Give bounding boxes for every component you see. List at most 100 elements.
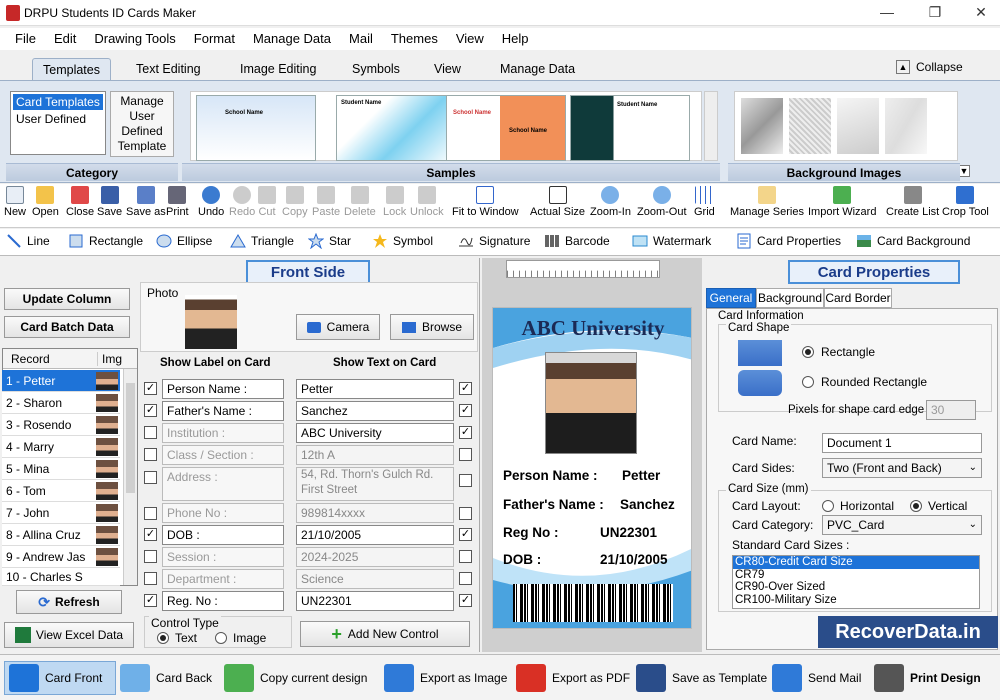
horizontal-radio[interactable] [822, 500, 834, 512]
text-checkbox[interactable] [459, 474, 472, 487]
size-item-cr79[interactable]: CR79 [733, 569, 979, 582]
card-father-name-value[interactable]: Sanchez [620, 497, 675, 512]
field-value-input[interactable]: Science [296, 569, 454, 589]
card-name-input[interactable]: Document 1 [822, 433, 982, 453]
category-list[interactable]: Card Templates User Defined [10, 91, 106, 155]
id-card-preview[interactable]: ABC University Person Name : Petter Fath… [492, 307, 692, 629]
address-textarea[interactable]: 54, Rd. Thorn's Gulch Rd. First Street [296, 467, 454, 501]
save-as-button[interactable]: Save as [126, 186, 166, 218]
print-button[interactable]: Print [166, 186, 189, 218]
list-item[interactable]: 4 - Marry [2, 436, 120, 458]
sample-template-2[interactable]: Student Name [336, 95, 456, 161]
card-person-name-label[interactable]: Person Name : [503, 468, 598, 483]
menu-drawing-tools[interactable]: Drawing Tools [85, 28, 184, 50]
field-value-input[interactable]: UN22301 [296, 591, 454, 611]
watermark-tool[interactable]: Watermark [632, 233, 711, 249]
crop-tool-button[interactable]: Crop Tool [942, 186, 989, 218]
bg-image-4[interactable] [885, 98, 927, 154]
card-reg-no-label[interactable]: Reg No : [503, 525, 559, 540]
field-label[interactable]: Session : [162, 547, 284, 567]
list-item[interactable]: 6 - Tom [2, 480, 120, 502]
update-column-button[interactable]: Update Column [4, 288, 130, 310]
text-checkbox[interactable]: ✓ [459, 528, 472, 541]
label-checkbox[interactable]: ✓ [144, 528, 157, 541]
manage-template-button[interactable]: Manage User Defined Template [110, 91, 174, 157]
card-sides-select[interactable]: Two (Front and Back) ⌄ [822, 458, 982, 478]
field-value-input[interactable]: Sanchez [296, 401, 454, 421]
size-item-cr80[interactable]: CR80-Credit Card Size [733, 556, 979, 569]
list-item[interactable]: 7 - John [2, 502, 120, 524]
save-template-button[interactable]: Save as Template [636, 661, 767, 695]
label-checkbox[interactable]: ✓ [144, 594, 157, 607]
field-value-input[interactable]: 12th A [296, 445, 454, 465]
lock-button[interactable]: Lock [383, 186, 406, 218]
maximize-icon[interactable]: ❐ [920, 4, 950, 21]
barcode-tool[interactable]: Barcode [544, 233, 610, 249]
record-list-scrollbar[interactable] [123, 369, 137, 585]
grid-button[interactable]: Grid [694, 186, 715, 218]
card-father-name-label[interactable]: Father's Name : [503, 497, 604, 512]
rounded-rectangle-radio[interactable] [802, 376, 814, 388]
rectangle-radio[interactable] [802, 346, 814, 358]
card-background-tool[interactable]: Card Background [856, 233, 970, 249]
field-label[interactable]: Father's Name : [162, 401, 284, 421]
field-value-input[interactable]: ABC University [296, 423, 454, 443]
label-checkbox[interactable] [144, 471, 157, 484]
browse-button[interactable]: Browse [390, 314, 474, 340]
new-button[interactable]: New [4, 186, 26, 218]
zoom-out-button[interactable]: Zoom-Out [637, 186, 687, 218]
menu-edit[interactable]: Edit [45, 28, 85, 50]
menu-mail[interactable]: Mail [340, 28, 382, 50]
card-barcode[interactable] [513, 584, 673, 622]
tab-manage-data[interactable]: Manage Data [490, 58, 585, 82]
refresh-button[interactable]: ⟳ Refresh [16, 590, 122, 614]
menu-view[interactable]: View [447, 28, 493, 50]
text-checkbox[interactable]: ✓ [459, 426, 472, 439]
menu-file[interactable]: File [6, 28, 45, 50]
text-checkbox[interactable] [459, 550, 472, 563]
list-item[interactable]: 3 - Rosendo [2, 414, 120, 436]
photo-thumbnail[interactable] [185, 295, 237, 349]
field-label[interactable]: Person Name : [162, 379, 284, 399]
image-radio[interactable] [215, 632, 227, 644]
tab-general[interactable]: General [706, 288, 756, 308]
ellipse-tool[interactable]: Ellipse [156, 233, 212, 249]
zoom-in-button[interactable]: Zoom-In [590, 186, 631, 218]
collapse-button[interactable]: ▲ Collapse [896, 60, 963, 74]
menu-format[interactable]: Format [185, 28, 244, 50]
category-item-card-templates[interactable]: Card Templates [13, 94, 103, 110]
open-button[interactable]: Open [32, 186, 59, 218]
rectangle-tool[interactable]: Rectangle [68, 233, 143, 249]
list-item[interactable]: 9 - Andrew Jas [2, 546, 120, 568]
label-checkbox[interactable] [144, 572, 157, 585]
card-reg-no-value[interactable]: UN22301 [600, 525, 657, 540]
send-mail-button[interactable]: Send Mail [772, 661, 861, 695]
close-icon[interactable]: ✕ [966, 4, 996, 21]
sample-template-4[interactable]: Student Name [570, 95, 690, 161]
paste-button[interactable]: Paste [312, 186, 340, 218]
menu-manage-data[interactable]: Manage Data [244, 28, 340, 50]
field-value-input[interactable]: 2024-2025 [296, 547, 454, 567]
size-item-cr100[interactable]: CR100-Military Size [733, 594, 979, 607]
text-checkbox[interactable] [459, 448, 472, 461]
category-item-user-defined[interactable]: User Defined [11, 112, 105, 126]
field-label[interactable]: Class / Section : [162, 445, 284, 465]
label-checkbox[interactable] [144, 550, 157, 563]
label-checkbox[interactable]: ✓ [144, 382, 157, 395]
star-tool[interactable]: Star [308, 233, 351, 249]
card-dob-value[interactable]: 21/10/2005 [600, 552, 668, 567]
unlock-button[interactable]: Unlock [410, 186, 444, 218]
label-checkbox[interactable] [144, 426, 157, 439]
undo-button[interactable]: Undo [198, 186, 224, 218]
field-label[interactable]: Reg. No : [162, 591, 284, 611]
label-checkbox[interactable] [144, 448, 157, 461]
triangle-tool[interactable]: Triangle [230, 233, 294, 249]
tab-image-editing[interactable]: Image Editing [230, 58, 326, 82]
field-label[interactable]: Department : [162, 569, 284, 589]
card-photo[interactable] [545, 352, 637, 454]
import-wizard-button[interactable]: Import Wizard [808, 186, 876, 218]
menu-themes[interactable]: Themes [382, 28, 447, 50]
export-pdf-button[interactable]: Export as PDF [516, 661, 630, 695]
add-new-control-button[interactable]: + Add New Control [300, 621, 470, 647]
size-item-cr90[interactable]: CR90-Over Sized [733, 581, 979, 594]
